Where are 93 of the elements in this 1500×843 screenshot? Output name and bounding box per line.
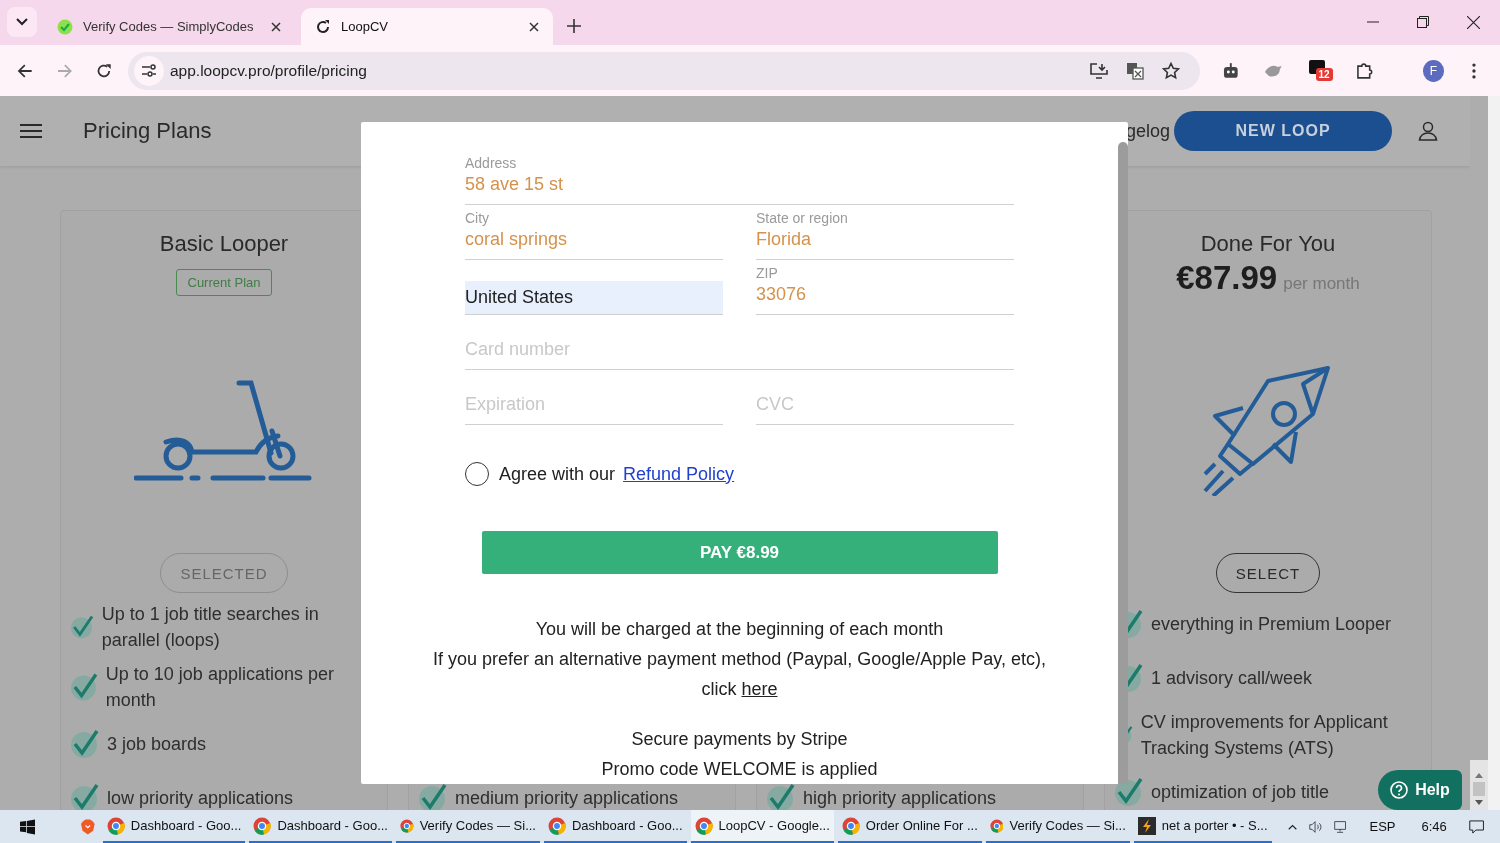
current-plan-badge: Current Plan xyxy=(175,269,273,296)
field-label: Address xyxy=(465,154,518,172)
reload-icon[interactable] xyxy=(96,62,112,79)
taskbar-item[interactable]: net a porter • - S... xyxy=(1133,810,1272,843)
feature-text: low priority applications xyxy=(107,787,294,810)
feature-text: medium priority applications xyxy=(455,787,679,810)
nav-link[interactable]: gelog xyxy=(1125,120,1170,142)
field-value: 33076 xyxy=(756,283,808,306)
field-value: Florida xyxy=(756,228,813,251)
plan-price: €87.99 xyxy=(1176,259,1278,297)
close-icon[interactable] xyxy=(529,21,539,32)
page-title: Pricing Plans xyxy=(83,118,212,144)
field-label: ZIP xyxy=(756,264,779,282)
field-value: coral springs xyxy=(465,228,569,251)
scooter-icon xyxy=(134,379,314,482)
agree-label: Agree with our xyxy=(499,463,616,485)
browser-tab[interactable]: Verify Codes — SimplyCodes xyxy=(43,8,295,45)
tab-list-button[interactable] xyxy=(7,7,37,37)
feature-text: 3 job boards xyxy=(107,733,207,756)
taskbar-item[interactable]: Dashboard - Goo... xyxy=(102,810,246,843)
browser-icon xyxy=(841,816,860,835)
new-loop-button[interactable]: NEW LOOP xyxy=(1174,111,1392,151)
scrollbar-thumb[interactable] xyxy=(1118,142,1128,784)
taskbar-item[interactable]: LoopCV - Google... xyxy=(690,810,834,843)
check-icon xyxy=(71,672,98,702)
field-label: State or region xyxy=(756,209,849,227)
translate-icon[interactable] xyxy=(1126,61,1145,80)
menu-icon[interactable] xyxy=(1472,62,1476,79)
close-icon[interactable] xyxy=(271,21,281,32)
check-icon xyxy=(71,729,99,759)
check-badge-icon xyxy=(57,18,73,35)
profile-avatar[interactable]: F xyxy=(1422,59,1445,82)
plus-icon[interactable] xyxy=(567,19,581,33)
browser-icon xyxy=(694,816,713,835)
tab-title: Verify Codes — SimplyCodes xyxy=(83,19,255,34)
question-icon xyxy=(1390,781,1409,799)
taskbar-item[interactable]: Order Online For ... xyxy=(837,810,982,843)
menu-icon[interactable] xyxy=(20,123,42,139)
scroll-up-icon[interactable] xyxy=(1475,772,1483,778)
clock[interactable]: 6:46 xyxy=(1421,819,1447,834)
rocket-icon xyxy=(1203,366,1333,496)
browser-icon xyxy=(106,816,125,835)
here-link[interactable]: here xyxy=(741,679,778,699)
speaker-icon[interactable] xyxy=(1308,818,1323,835)
plan-title: Basic Looper xyxy=(159,230,289,258)
field-value: United States xyxy=(465,281,723,314)
feature-text: Up to 10 job applications per month xyxy=(105,663,335,712)
taskbar-item[interactable]: Verify Codes — Si... xyxy=(985,810,1130,843)
browser-tab[interactable]: LoopCV xyxy=(301,8,553,45)
chevron-up-icon[interactable] xyxy=(1287,822,1297,831)
check-icon xyxy=(71,783,99,810)
close-icon[interactable] xyxy=(1467,16,1480,29)
restore-icon[interactable] xyxy=(1417,16,1429,28)
chevron-down-icon xyxy=(16,18,28,26)
user-icon[interactable] xyxy=(1418,121,1438,141)
scrollbar[interactable] xyxy=(1470,760,1488,810)
feature-text: everything in Premium Looper xyxy=(1151,613,1392,636)
taskbar-item[interactable]: Dashboard - Goo... xyxy=(543,810,687,843)
field-value: 58 ave 15 st xyxy=(465,173,565,196)
notification-icon[interactable] xyxy=(1468,817,1484,836)
language-indicator[interactable]: ESP xyxy=(1369,819,1396,834)
note-text: Secure payments by Stripe xyxy=(631,728,848,751)
browser-icon xyxy=(253,816,272,835)
refund-policy-link[interactable]: Refund Policy xyxy=(623,463,735,485)
star-icon[interactable] xyxy=(1162,61,1181,80)
scroll-down-icon[interactable] xyxy=(1475,800,1483,806)
note-text: click here xyxy=(701,678,778,701)
url-text: app.loopcv.pro/profile/pricing xyxy=(169,61,367,80)
puzzle-icon[interactable] xyxy=(1354,61,1373,80)
feature-text: Up to 1 job title searches in parallel (loops) xyxy=(101,603,320,652)
note-text: Promo code WELCOME is applied xyxy=(601,758,878,781)
field-label: City xyxy=(465,209,491,227)
feature-text: optimization of job title xyxy=(1151,781,1330,804)
back-icon[interactable] xyxy=(17,62,33,79)
note-text: You will be charged at the beginning of each month xyxy=(535,618,944,641)
reload-icon xyxy=(315,18,331,35)
robot-icon[interactable] xyxy=(1222,61,1240,80)
feature-text: 1 advisory call/week xyxy=(1151,667,1313,690)
input-field[interactable]: United States xyxy=(465,260,723,315)
tab-title: LoopCV xyxy=(341,19,389,34)
browser-icon xyxy=(547,816,566,835)
install-icon[interactable] xyxy=(1090,62,1109,79)
site-settings-icon[interactable] xyxy=(133,55,164,86)
note-text: If you prefer an alternative payment method (Paypal, Google/Apple Pay, etc), xyxy=(433,648,1046,671)
help-button[interactable]: Help xyxy=(1378,770,1462,810)
app-icon xyxy=(1137,816,1156,835)
taskbar-item[interactable]: Verify Codes — Si... xyxy=(395,810,540,843)
address-bar[interactable]: app.loopcv.pro/profile/pricing xyxy=(127,51,1201,90)
feature-text: CV improvements for Applicant Tracking Systems (ATS) xyxy=(1140,711,1389,760)
feature-text: high priority applications xyxy=(803,787,997,810)
taskbar-item[interactable]: Dashboard - Goo... xyxy=(249,810,392,843)
shield-icon[interactable] xyxy=(81,816,95,837)
plan-title: Done For You xyxy=(1200,230,1336,258)
